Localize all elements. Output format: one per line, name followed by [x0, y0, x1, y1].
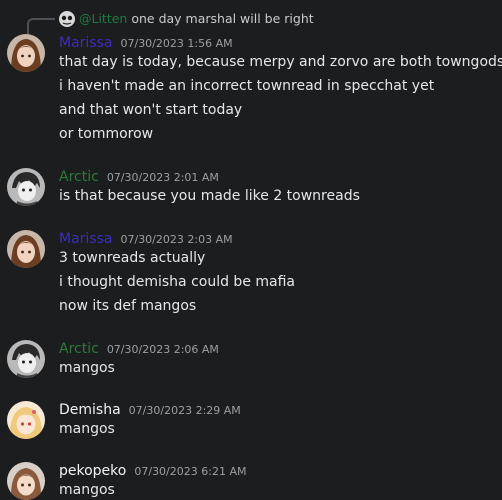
- author-name[interactable]: Marissa: [59, 35, 112, 51]
- timestamp[interactable]: 07/30/2023 2:03 AM: [120, 233, 232, 246]
- timestamp[interactable]: 07/30/2023 6:21 AM: [134, 465, 246, 478]
- message-line: mangos: [59, 482, 115, 498]
- message-line: i haven't made an incorrect townread in …: [59, 78, 435, 94]
- message-line: mangos: [59, 360, 115, 376]
- reply-preview[interactable]: @Litten one day marshal will be right: [79, 11, 314, 26]
- avatar[interactable]: [7, 230, 45, 268]
- avatar[interactable]: [7, 34, 45, 72]
- timestamp[interactable]: 07/30/2023 2:06 AM: [107, 343, 219, 356]
- message-line: that day is today, because merpy and zor…: [59, 54, 502, 70]
- avatar[interactable]: [7, 340, 45, 378]
- message-line: now its def mangos: [59, 298, 197, 314]
- author-name[interactable]: Arctic: [59, 169, 99, 185]
- timestamp[interactable]: 07/30/2023 2:29 AM: [129, 404, 241, 417]
- reply-message[interactable]: one day marshal will be right: [131, 11, 313, 26]
- avatar[interactable]: [7, 401, 45, 439]
- timestamp[interactable]: 07/30/2023 2:01 AM: [107, 171, 219, 184]
- avatar[interactable]: [7, 168, 45, 206]
- reply-spine: [27, 18, 55, 34]
- message-line: or tommorow: [59, 126, 154, 142]
- reply-avatar[interactable]: [59, 11, 75, 27]
- author-name[interactable]: Arctic: [59, 341, 99, 357]
- message-line: is that because you made like 2 townread…: [59, 188, 360, 204]
- author-name[interactable]: Demisha: [59, 402, 121, 418]
- message-line: and that won't start today: [59, 102, 243, 118]
- author-name[interactable]: pekopeko: [59, 463, 126, 479]
- timestamp[interactable]: 07/30/2023 1:56 AM: [120, 37, 232, 50]
- message-line: i thought demisha could be mafia: [59, 274, 295, 290]
- avatar[interactable]: [7, 462, 45, 500]
- message-line: 3 townreads actually: [59, 250, 206, 266]
- author-name[interactable]: Marissa: [59, 231, 112, 247]
- reply-author[interactable]: @Litten: [79, 11, 127, 26]
- message-line: mangos: [59, 421, 115, 437]
